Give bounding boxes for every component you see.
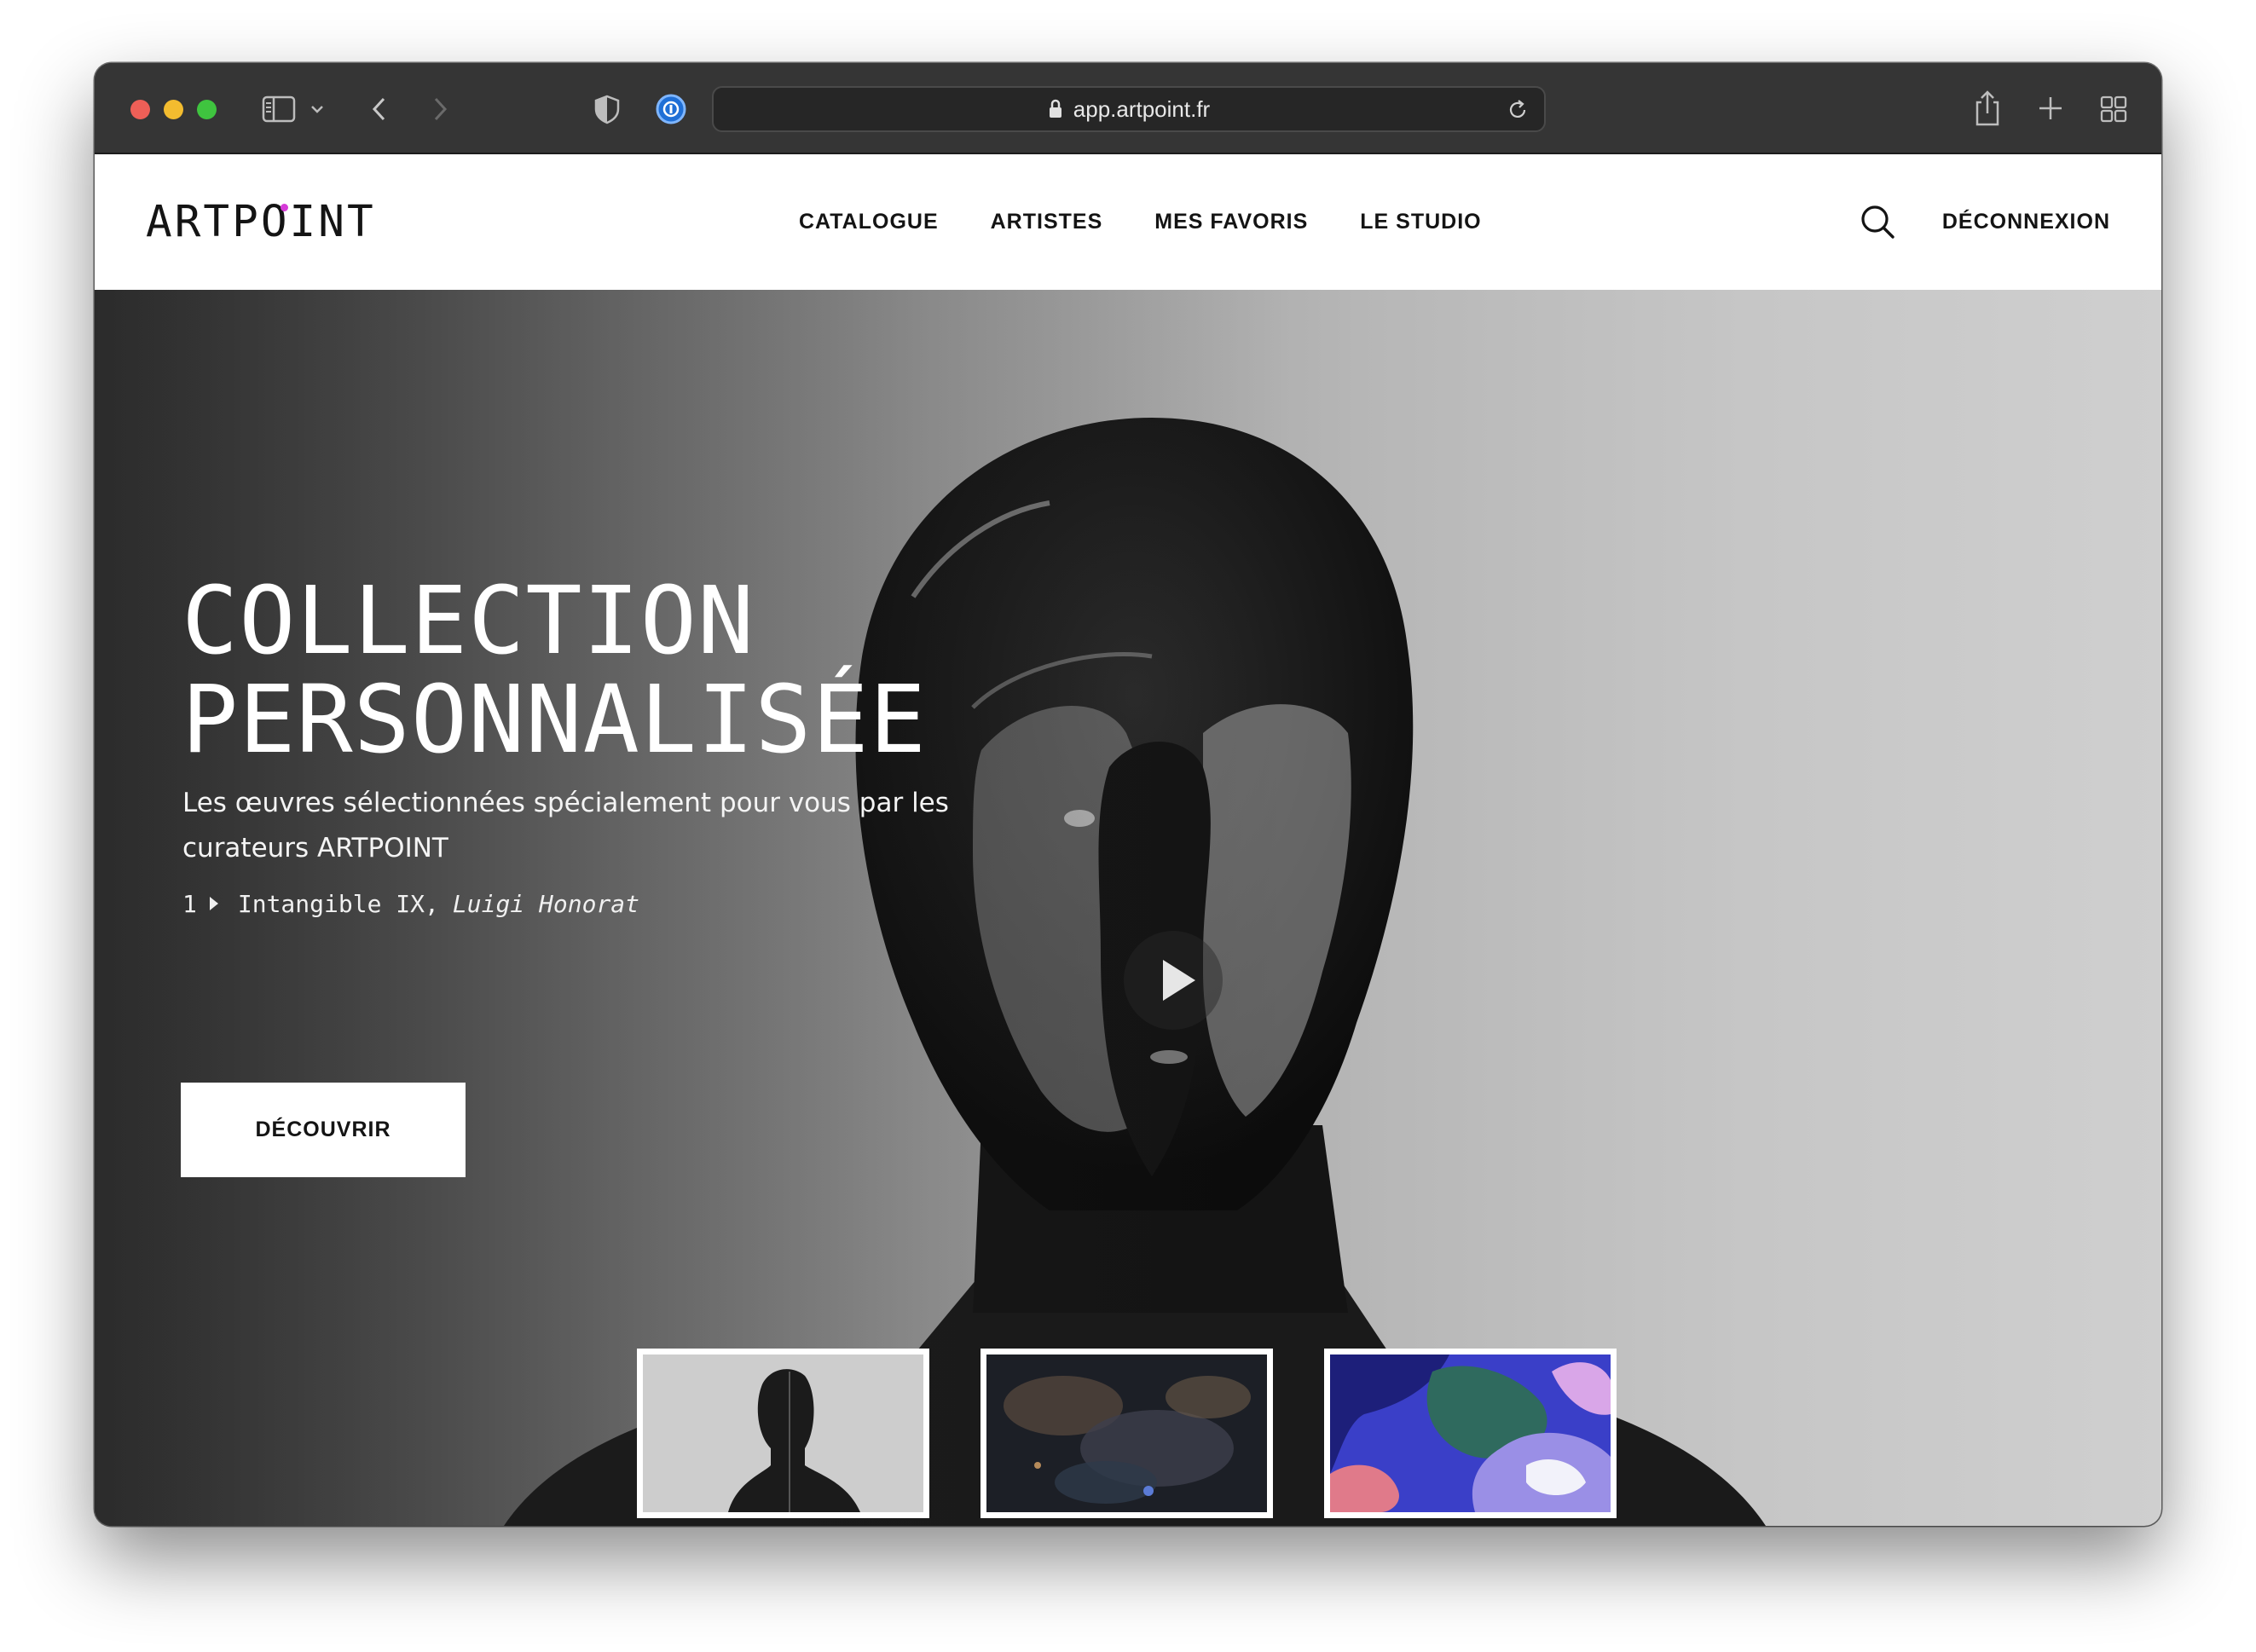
main-nav: CATALOGUE ARTISTES MES FAVORIS LE STUDIO: [799, 154, 1482, 290]
password-manager-icon[interactable]: [655, 93, 687, 125]
chevron-down-icon[interactable]: [309, 102, 325, 116]
artwork-caption: 1 Intangible IX, Luigi Honorat: [182, 887, 639, 921]
artwork-thumbnail-3[interactable]: [1324, 1349, 1617, 1518]
minimize-window-button[interactable]: [164, 100, 183, 119]
share-icon[interactable]: [1972, 89, 2003, 128]
thumbnail-image: [986, 1355, 1267, 1512]
hero-title-line-2: PERSONNALISÉE: [182, 665, 927, 774]
browser-toolbar: app.artpoint.fr: [95, 63, 2161, 154]
reload-icon[interactable]: [1507, 99, 1529, 121]
back-icon[interactable]: [369, 95, 390, 123]
play-icon: [1163, 960, 1195, 1001]
artwork-artist: Luigi Honorat: [452, 889, 640, 918]
nav-artistes[interactable]: ARTISTES: [991, 210, 1103, 234]
play-button[interactable]: [1124, 931, 1223, 1030]
search-icon[interactable]: [1859, 203, 1896, 240]
artwork-index: 1: [182, 889, 197, 918]
nav-mes-favoris[interactable]: MES FAVORIS: [1154, 210, 1308, 234]
artwork-thumbnail-1[interactable]: [637, 1349, 929, 1518]
site-header: ARTPO INT CATALOGUE ARTISTES MES FAVORIS …: [95, 154, 2161, 290]
zoom-window-button[interactable]: [197, 100, 217, 119]
browser-window: app.artpoint.fr ARTPO INT CATALOGUE ARTI…: [95, 63, 2161, 1526]
new-tab-icon[interactable]: [2036, 94, 2065, 123]
hero-subtitle: Les œuvres sélectionnées spécialement po…: [182, 788, 949, 864]
sidebar-toggle-icon[interactable]: [262, 95, 296, 123]
hero-title: COLLECTION PERSONNALISÉE: [182, 571, 927, 769]
artpoint-logo[interactable]: ARTPO INT: [146, 199, 376, 246]
address-url: app.artpoint.fr: [1073, 95, 1211, 122]
shield-icon[interactable]: [593, 94, 622, 124]
artwork-thumbnail-2[interactable]: [980, 1349, 1273, 1518]
lock-icon: [1049, 99, 1061, 118]
forward-icon[interactable]: [430, 95, 450, 123]
hero-title-line-1: COLLECTION: [182, 566, 755, 675]
close-window-button[interactable]: [130, 100, 150, 119]
thumbnail-image: [643, 1355, 923, 1512]
caret-right-icon: [209, 897, 218, 910]
tab-overview-icon[interactable]: [2099, 95, 2128, 124]
address-bar[interactable]: app.artpoint.fr: [712, 86, 1546, 132]
discover-button[interactable]: DÉCOUVRIR: [181, 1083, 466, 1177]
hero-section: COLLECTION PERSONNALISÉE Les œuvres séle…: [95, 290, 2161, 1526]
logout-link[interactable]: DÉCONNEXION: [1942, 154, 2110, 290]
nav-catalogue[interactable]: CATALOGUE: [799, 210, 939, 234]
artwork-title: Intangible IX,: [237, 889, 439, 918]
logo-accent-dot: [280, 204, 288, 211]
thumbnail-image: [1330, 1355, 1611, 1512]
nav-le-studio[interactable]: LE STUDIO: [1360, 210, 1481, 234]
